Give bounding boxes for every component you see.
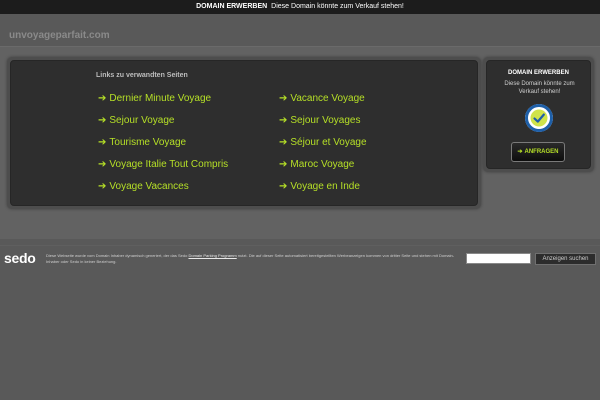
related-links-inner: Links zu verwandten Seiten ➔ Dernier Minu… <box>10 60 478 206</box>
ad-search-input[interactable] <box>466 253 531 264</box>
link-voyage-en-inde[interactable]: ➔ Voyage en Inde <box>279 180 360 194</box>
link-label: Dernier Minute Voyage <box>109 93 212 104</box>
arrow-right-icon: ➔ <box>98 181 107 192</box>
top-banner: DOMAIN ERWERBEN Diese Domain könnte zum V… <box>0 0 600 14</box>
domain-sale-title: DOMAIN ERWERBEN <box>508 70 569 76</box>
ad-search-button[interactable]: Anzeigen suchen <box>535 253 596 265</box>
arrow-right-icon: ➔ <box>279 93 288 104</box>
sedo-logo[interactable]: sedo <box>4 250 36 266</box>
domain-sale-description: Diese Domain könnte zum Verkauf stehen! <box>504 81 575 95</box>
arrow-right-icon: ➔ <box>98 137 107 148</box>
link-sejour-et-voyage[interactable]: ➔ Séjour et Voyage <box>279 136 367 150</box>
link-dernier-minute-voyage[interactable]: ➔ Dernier Minute Voyage <box>98 92 211 106</box>
link-label: Voyage Vacances <box>109 181 189 192</box>
link-vacance-voyage[interactable]: ➔ Vacance Voyage <box>279 92 365 106</box>
arrow-right-icon: ➔ <box>517 149 523 155</box>
link-label: Séjour et Voyage <box>290 137 367 148</box>
trust-seal-icon <box>525 104 553 132</box>
request-button-label: ANFRAGEN <box>524 149 559 155</box>
link-label: Voyage en Inde <box>290 181 360 192</box>
link-label: Vacance Voyage <box>290 93 365 104</box>
link-maroc-voyage[interactable]: ➔ Maroc Voyage <box>279 158 354 172</box>
arrow-right-icon: ➔ <box>98 115 107 126</box>
link-voyage-vacances[interactable]: ➔ Voyage Vacances <box>98 180 189 194</box>
disclaimer-text: Diese Webseite wurde vom Domain Inhaber … <box>46 253 188 258</box>
link-label: Voyage Italie Tout Compris <box>109 159 229 170</box>
link-tourisme-voyage[interactable]: ➔ Tourisme Voyage <box>98 136 186 150</box>
domain-sale-inner: DOMAIN ERWERBEN Diese Domain könnte zum … <box>486 60 591 169</box>
related-links-heading: Links zu verwandten Seiten <box>96 72 188 79</box>
request-button[interactable]: ➔ ANFRAGEN <box>511 142 565 162</box>
parking-program-link[interactable]: Domain Parking Programm <box>188 253 236 258</box>
footer-disclaimer: Diese Webseite wurde vom Domain Inhaber … <box>46 253 464 265</box>
link-label: Maroc Voyage <box>290 159 355 170</box>
domain-sale-panel: DOMAIN ERWERBEN Diese Domain könnte zum … <box>483 57 594 172</box>
arrow-right-icon: ➔ <box>279 137 288 148</box>
link-sejour-voyages[interactable]: ➔ Sejour Voyages <box>279 114 360 128</box>
arrow-right-icon: ➔ <box>98 93 107 104</box>
arrow-right-icon: ➔ <box>279 181 288 192</box>
link-sejour-voyage[interactable]: ➔ Sejour Voyage <box>98 114 174 128</box>
link-label: Sejour Voyages <box>290 115 361 126</box>
arrow-right-icon: ➔ <box>279 115 288 126</box>
site-name: unvoyageparfait.com <box>9 30 110 41</box>
top-banner-text: Diese Domain könnte zum Verkauf stehen! <box>271 3 404 10</box>
link-label: Tourisme Voyage <box>109 137 187 148</box>
arrow-right-icon: ➔ <box>98 159 107 170</box>
related-links-panel: Links zu verwandten Seiten ➔ Dernier Minu… <box>7 57 481 209</box>
top-banner-title[interactable]: DOMAIN ERWERBEN <box>196 3 267 10</box>
link-voyage-italie-tout-compris[interactable]: ➔ Voyage Italie Tout Compris <box>98 158 228 172</box>
arrow-right-icon: ➔ <box>279 159 288 170</box>
link-label: Sejour Voyage <box>109 115 175 126</box>
footer-divider <box>0 245 600 246</box>
